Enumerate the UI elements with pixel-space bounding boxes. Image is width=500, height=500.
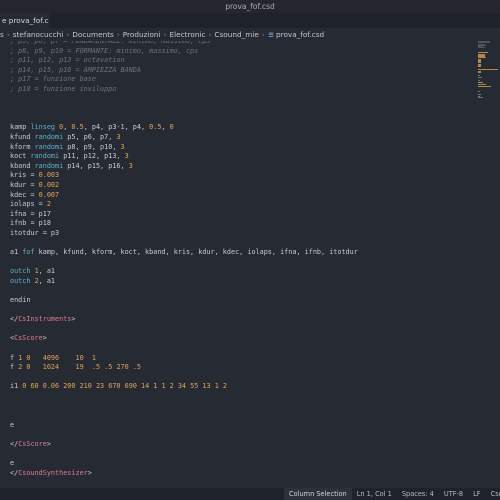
- code-line[interactable]: endin: [10, 296, 470, 306]
- chevron-right-icon: ›: [261, 30, 265, 39]
- breadcrumb-item[interactable]: Documents: [72, 28, 114, 41]
- column-selection-status[interactable]: Column Selection: [284, 488, 352, 500]
- window-title-bar: prova_fof.csd: [0, 0, 500, 13]
- code-line[interactable]: </CsInstruments>: [10, 315, 470, 325]
- code-line[interactable]: [10, 325, 470, 335]
- minimap-line: [478, 83, 486, 85]
- code-line[interactable]: f 2 0 1024 19 .5 .5 270 .5: [10, 363, 470, 373]
- window-title: prova_fof.csd: [225, 2, 275, 11]
- code-line[interactable]: itotdur = p3: [10, 229, 470, 239]
- code-line[interactable]: kband randomi p14, p15, p16, 3: [10, 162, 470, 172]
- minimap-line: [478, 93, 481, 95]
- minimap-line: [478, 77, 482, 79]
- cursor-position-status[interactable]: Ln 1, Col 1: [352, 488, 397, 500]
- code-line[interactable]: outch 2, a1: [10, 277, 470, 287]
- code-line[interactable]: outch 1, a1: [10, 267, 470, 277]
- minimap-line: [478, 86, 492, 87]
- code-line[interactable]: ; p8, p9, p10 = FORMANTE: minimo, massim…: [10, 47, 470, 57]
- minimap-line: [478, 72, 481, 74]
- code-line[interactable]: ; p14, p15, p16 = AMPIEZZA BANDA: [10, 66, 470, 76]
- chevron-right-icon: ›: [116, 30, 120, 39]
- code-line[interactable]: [10, 104, 470, 114]
- breadcrumb-item[interactable]: stefanocucchi: [13, 28, 64, 41]
- minimap-line: [478, 66, 481, 67]
- encoding-status[interactable]: UTF-8: [439, 488, 468, 500]
- minimap-line: [478, 79, 481, 81]
- code-line[interactable]: ; p11, p12, p13 = octavation: [10, 56, 470, 66]
- status-bar: Column Selection Ln 1, Col 1 Spaces: 4 UTF-…: [0, 488, 500, 500]
- chevron-right-icon: ›: [208, 30, 212, 39]
- chevron-right-icon: ›: [66, 30, 70, 39]
- code-line[interactable]: kdur = 0.002: [10, 181, 470, 191]
- chevron-right-icon: ›: [6, 30, 10, 39]
- code-line[interactable]: e: [10, 421, 470, 431]
- file-icon: ≡: [267, 30, 274, 39]
- code-line[interactable]: ifna = p17: [10, 210, 470, 220]
- code-line[interactable]: ifnb = p18: [10, 219, 470, 229]
- code-line[interactable]: [10, 392, 470, 402]
- code-line[interactable]: [10, 286, 470, 296]
- code-line[interactable]: f 1 0 4096 10 1: [10, 354, 470, 364]
- breadcrumb-item[interactable]: Produzioni: [123, 28, 161, 41]
- code-line[interactable]: kamp linseg 0, 0.5, p4, p3-1, p4, 0.5, 0: [10, 123, 470, 133]
- code-line[interactable]: [10, 306, 470, 316]
- breadcrumb-item[interactable]: Electronic: [170, 28, 206, 41]
- code-line[interactable]: [10, 238, 470, 248]
- minimap-line: [478, 91, 480, 92]
- code-line[interactable]: i1 0 60 0.06 200 210 23 670 690 14 1 1 2…: [10, 382, 470, 392]
- code-line[interactable]: kform randomi p8, p9, p10, 3: [10, 143, 470, 153]
- code-line[interactable]: ; p17 = funzione base: [10, 75, 470, 85]
- code-line[interactable]: iolaps = 2: [10, 200, 470, 210]
- code-line[interactable]: [10, 95, 470, 105]
- breadcrumb-item[interactable]: Csound_mie: [214, 28, 259, 41]
- breadcrumb: s › stefanocucchi › Documents › Produzioni › Ele…: [0, 28, 500, 41]
- code-line[interactable]: [10, 411, 470, 421]
- minimap-line: [478, 97, 483, 99]
- code-line[interactable]: koct randomi p11, p12, p13, 3: [10, 152, 470, 162]
- eol-status[interactable]: LF: [468, 488, 485, 500]
- code-line[interactable]: [10, 344, 470, 354]
- chevron-right-icon: ›: [163, 30, 167, 39]
- code-content[interactable]: ; p5, p6, p7 = FONDAMENTALE: minimo, mas…: [10, 41, 470, 478]
- breadcrumb-file[interactable]: prova_fof.csd: [276, 28, 324, 41]
- code-line[interactable]: <CsScore>: [10, 334, 470, 344]
- code-line[interactable]: [10, 450, 470, 460]
- code-line[interactable]: ; p18 = funzione inviluppo: [10, 85, 470, 95]
- language-status[interactable]: Csound C: [486, 488, 500, 500]
- code-line[interactable]: </CsScore>: [10, 440, 470, 450]
- tab-bar: e prova_fof.csd: [0, 13, 500, 28]
- code-editor[interactable]: ; p5, p6, p7 = FONDAMENTALE: minimo, mas…: [0, 41, 473, 488]
- minimap-line: [478, 68, 498, 70]
- tab-prova-fof[interactable]: e prova_fof.csd: [0, 13, 49, 28]
- code-line[interactable]: [10, 258, 470, 268]
- code-line[interactable]: [10, 373, 470, 383]
- code-line[interactable]: e: [10, 459, 470, 469]
- minimap-line: [478, 47, 485, 49]
- code-line[interactable]: kfund randomi p5, p6, p7, 3: [10, 133, 470, 143]
- code-line[interactable]: [10, 402, 470, 412]
- code-line[interactable]: </CsoundSynthesizer>: [10, 469, 470, 479]
- code-line[interactable]: [10, 114, 470, 124]
- indentation-status[interactable]: Spaces: 4: [397, 488, 439, 500]
- code-line[interactable]: kdec = 0.007: [10, 191, 470, 201]
- code-line[interactable]: kris = 0.003: [10, 171, 470, 181]
- code-line[interactable]: a1 fof kamp, kfund, kform, koct, kband, …: [10, 248, 470, 258]
- vertical-scrollbar[interactable]: [473, 41, 476, 488]
- minimap-line: [478, 74, 480, 76]
- code-line[interactable]: [10, 430, 470, 440]
- minimap[interactable]: [476, 41, 500, 101]
